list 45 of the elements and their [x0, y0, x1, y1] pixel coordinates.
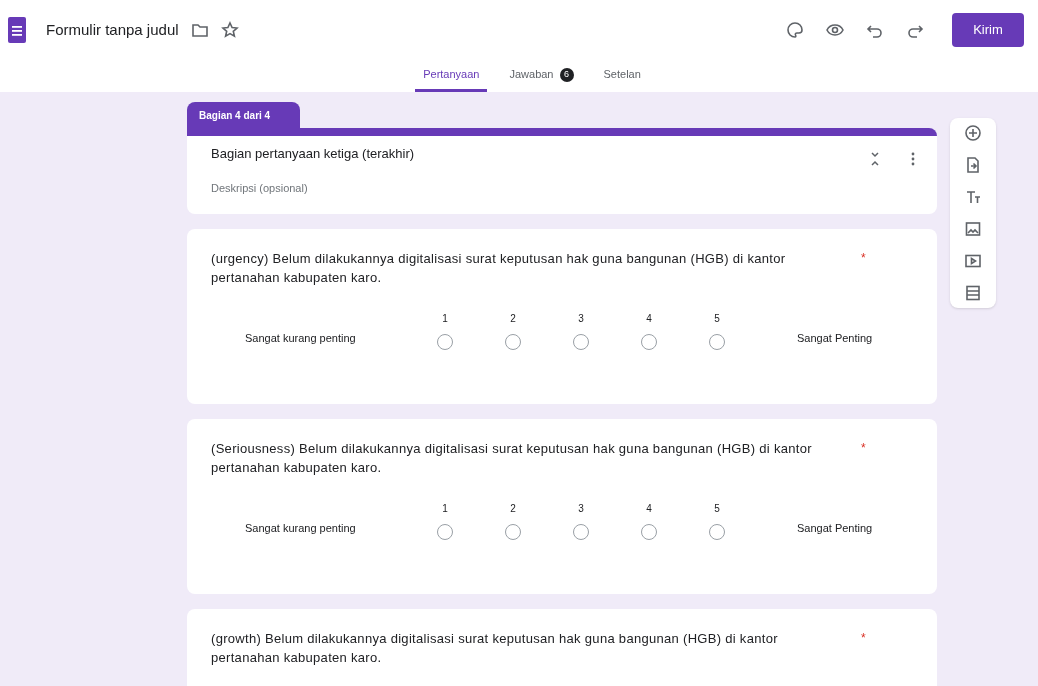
- import-icon[interactable]: [964, 156, 982, 174]
- scale-number: 1: [442, 502, 448, 516]
- scale-number: 3: [578, 312, 584, 326]
- section-tag: Bagian 4 dari 4: [187, 102, 300, 128]
- tab-label: Setelan: [603, 67, 641, 83]
- question-text: (growth) Belum dilakukannya digitalisasi surat keputusan hak guna bangunan (HGB) di kantor pertanahan kabupaten karo.: [211, 630, 779, 667]
- scale-number: 5: [714, 312, 720, 326]
- question-text: (Seriousness) Belum dilakukannya digitalisasi surat keputusan hak guna bangunan (HGB) di kantor pertanahan kabupaten karo.: [211, 440, 813, 477]
- low-scale-label: Sangat kurang penting: [244, 330, 357, 346]
- scale-number: 4: [646, 312, 652, 326]
- scale-number: 2: [510, 312, 516, 326]
- tab[interactable]: Setelan: [595, 60, 649, 92]
- form-title[interactable]: Formulir tanpa judul: [46, 18, 179, 42]
- tab[interactable]: Jawaban 6: [501, 60, 582, 92]
- scale-number: 1: [442, 312, 448, 326]
- scale-number: 4: [646, 502, 652, 516]
- required-asterisk: *: [861, 630, 866, 647]
- high-scale-label: Sangat Penting: [797, 330, 873, 346]
- scale-number: 3: [578, 502, 584, 516]
- forms-logo-icon[interactable]: [8, 17, 26, 43]
- title-text-icon[interactable]: [964, 188, 982, 206]
- scale-number: 5: [714, 502, 720, 516]
- collapse-icon[interactable]: [869, 152, 881, 166]
- folder-icon[interactable]: [190, 21, 209, 39]
- section-title[interactable]: Bagian pertanyaan ketiga (terakhir): [211, 144, 913, 164]
- question-text: (urgency) Belum dilakukannya digitalisasi surat keputusan hak guna bangunan (HGB) di kantor pertanahan kabupaten karo.: [211, 250, 787, 287]
- preview-eye-icon[interactable]: [826, 21, 844, 39]
- tab-label: Pertanyaan: [423, 67, 480, 83]
- required-asterisk: *: [861, 250, 866, 267]
- count-badge: 6: [559, 67, 574, 82]
- high-scale-label: Sangat Penting: [797, 520, 873, 536]
- tab-label: Jawaban: [509, 67, 554, 83]
- tab[interactable]: Pertanyaan: [415, 60, 488, 92]
- add-question-icon[interactable]: [964, 124, 982, 142]
- section-icon[interactable]: [964, 284, 982, 302]
- send-button[interactable]: Kirim: [952, 13, 1024, 47]
- scale-number: 2: [510, 502, 516, 516]
- description-field[interactable]: Deskripsi (opsional): [211, 179, 913, 196]
- image-icon[interactable]: [964, 220, 982, 238]
- palette-icon[interactable]: [786, 21, 804, 39]
- video-icon[interactable]: [964, 252, 982, 270]
- required-asterisk: *: [861, 440, 866, 457]
- low-scale-label: Sangat kurang penting: [244, 520, 357, 536]
- more-icon[interactable]: [911, 152, 915, 166]
- star-icon[interactable]: [220, 21, 239, 39]
